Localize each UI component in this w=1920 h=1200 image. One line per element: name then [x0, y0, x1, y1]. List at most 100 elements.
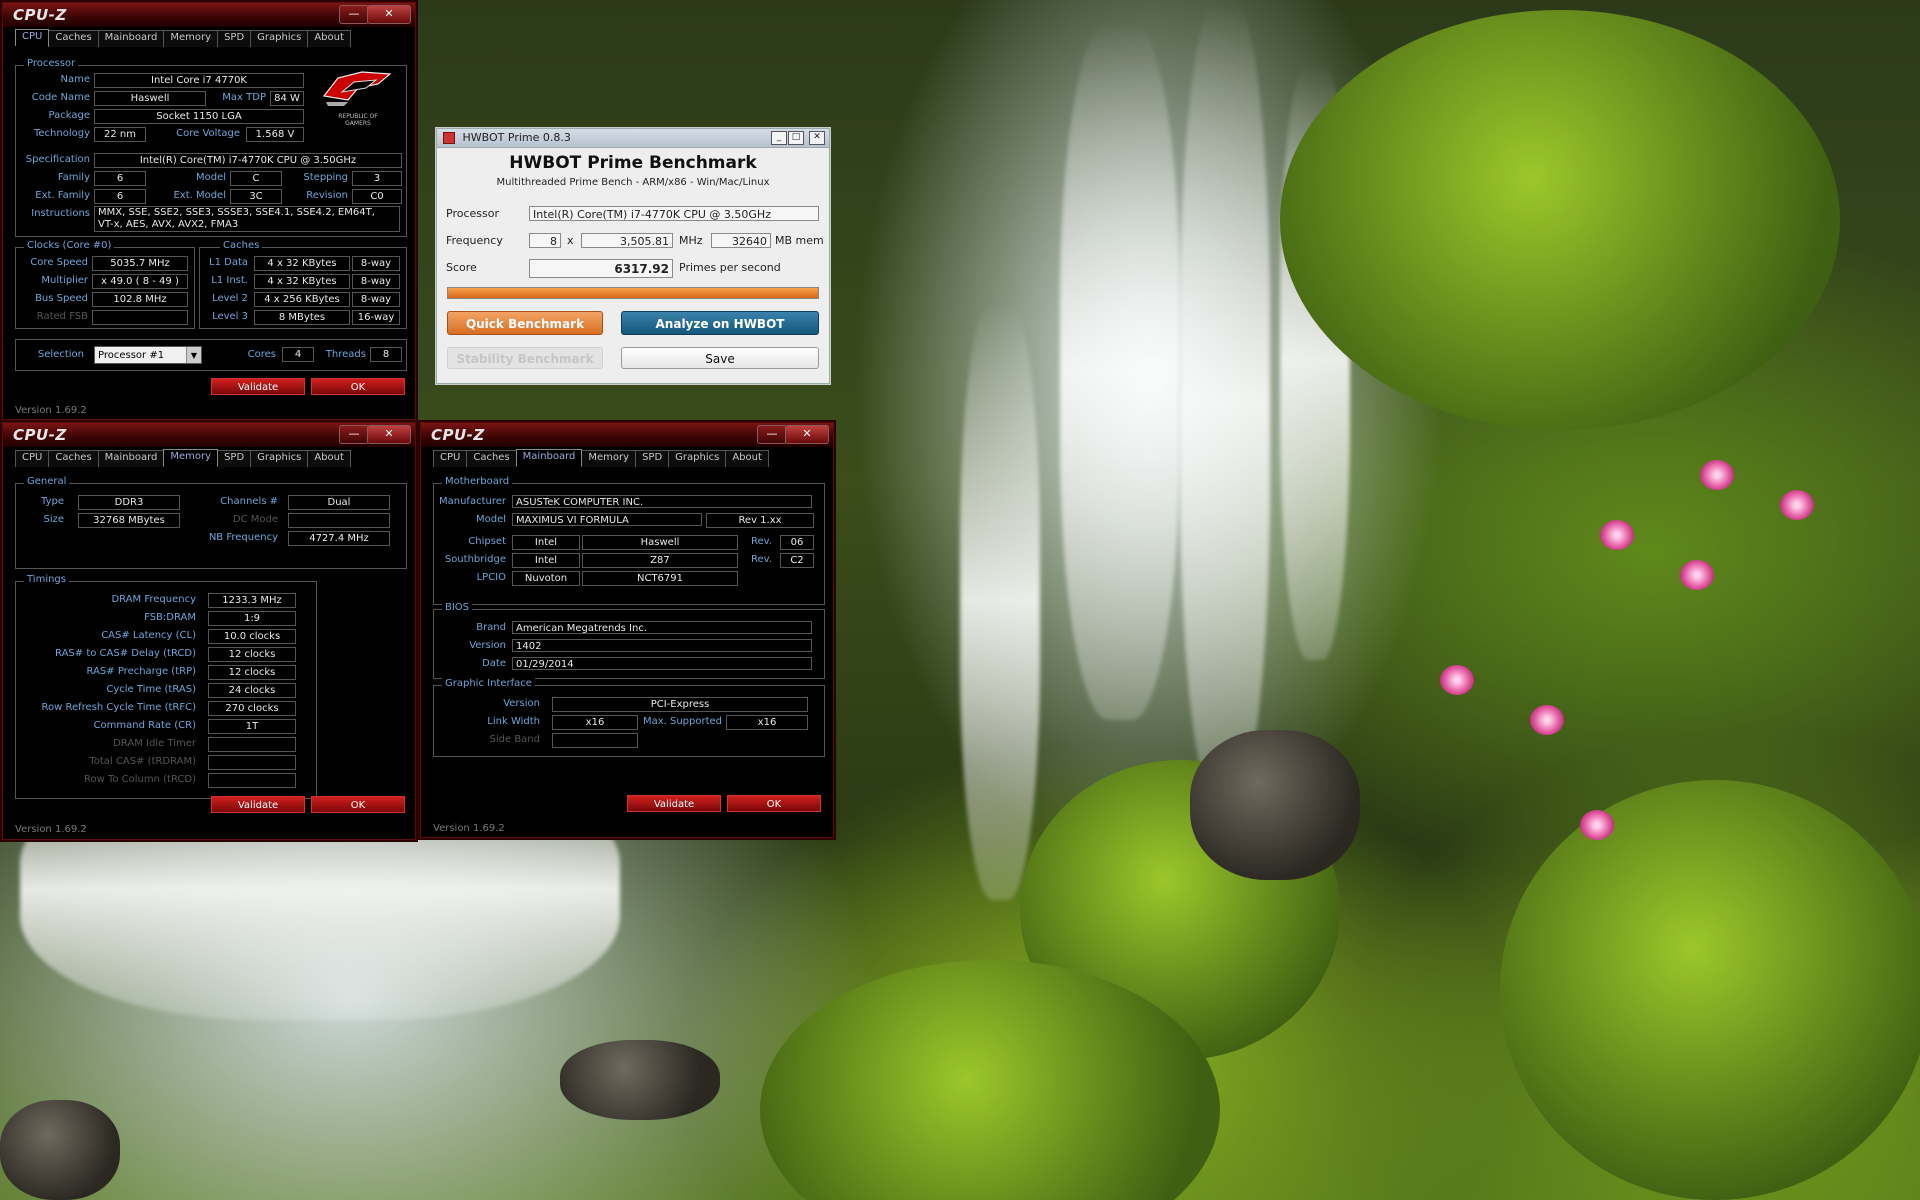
ok-button[interactable]: OK — [727, 795, 821, 812]
tab-mainboard[interactable]: Mainboard — [97, 30, 165, 47]
threads-value: 8 — [370, 347, 402, 362]
cpuz-cpu-window[interactable]: CPU-Z — ✕ CPU Caches Mainboard Memory SP… — [2, 2, 416, 420]
close-button[interactable]: ✕ — [367, 425, 411, 444]
tab-about[interactable]: About — [307, 30, 351, 47]
bios-date-value: 01/29/2014 — [512, 657, 812, 670]
southbridge-rev-label: Rev. — [751, 554, 772, 565]
group-legend: Processor — [24, 58, 79, 69]
minimize-button[interactable]: — — [339, 425, 369, 444]
level2-way: 8-way — [352, 292, 400, 307]
tab-bar: CPU Caches Mainboard Memory SPD Graphics… — [433, 449, 769, 467]
tab-spd[interactable]: SPD — [217, 450, 252, 467]
tab-caches[interactable]: Caches — [48, 450, 99, 467]
minimize-button[interactable]: — — [757, 425, 787, 444]
tab-mainboard[interactable]: Mainboard — [515, 449, 583, 466]
tab-memory[interactable]: Memory — [163, 30, 219, 47]
trcd-label: RAS# to CAS# Delay (tRCD) — [55, 648, 196, 659]
minimize-button[interactable]: — — [339, 5, 369, 24]
frequency-field: 3,505.81 — [581, 233, 673, 248]
manufacturer-value: ASUSTeK COMPUTER INC. — [512, 495, 812, 508]
validate-button[interactable]: Validate — [211, 378, 305, 395]
bios-brand-value: American Megatrends Inc. — [512, 621, 812, 634]
max-supported-label: Max. Supported — [642, 716, 722, 727]
command-rate-label: Command Rate (CR) — [93, 720, 196, 731]
l1data-size: 4 x 32 KBytes — [254, 256, 350, 271]
tab-spd[interactable]: SPD — [635, 450, 670, 467]
minimize-button[interactable]: _ — [771, 131, 787, 145]
tab-memory[interactable]: Memory — [163, 449, 219, 466]
mhz-label: MHz — [679, 234, 703, 247]
bios-version-value: 1402 — [512, 639, 812, 652]
validate-button[interactable]: Validate — [627, 795, 721, 812]
analyze-on-hwbot-button[interactable]: Analyze on HWBOT — [621, 311, 819, 335]
cas-latency-label: CAS# Latency (CL) — [101, 630, 196, 641]
validate-button[interactable]: Validate — [211, 796, 305, 813]
channels-value: Dual — [288, 495, 390, 510]
instructions-value: MMX, SSE, SSE2, SSE3, SSSE3, SSE4.1, SSE… — [94, 206, 400, 232]
flower — [1600, 520, 1634, 550]
tab-cpu[interactable]: CPU — [15, 450, 50, 467]
level3-size: 8 MBytes — [254, 310, 350, 325]
tab-graphics[interactable]: Graphics — [668, 450, 727, 467]
title-bar[interactable]: HWBOT Prime 0.8.3 _ □ ✕ — [437, 129, 829, 148]
link-width-label: Link Width — [487, 716, 540, 727]
tab-memory[interactable]: Memory — [581, 450, 637, 467]
package-label: Package — [48, 110, 90, 121]
tab-about[interactable]: About — [725, 450, 769, 467]
command-rate-value: 1T — [208, 719, 296, 734]
save-button[interactable]: Save — [621, 347, 819, 369]
stability-benchmark-button[interactable]: Stability Benchmark — [447, 347, 603, 369]
family-value: 6 — [94, 171, 146, 186]
window-title: CPU-Z — [13, 6, 67, 24]
level2-size: 4 x 256 KBytes — [254, 292, 350, 307]
clocks-group: Clocks (Core #0) Core Speed 5035.7 MHz M… — [15, 240, 195, 329]
type-value: DDR3 — [78, 495, 180, 510]
quick-benchmark-button[interactable]: Quick Benchmark — [447, 311, 603, 335]
tab-about[interactable]: About — [307, 450, 351, 467]
bios-brand-label: Brand — [476, 622, 506, 633]
processor-field: Intel(R) Core(TM) i7-4770K CPU @ 3.50GHz — [529, 206, 819, 221]
extfamily-label: Ext. Family — [35, 190, 90, 201]
dcmode-label: DC Mode — [232, 514, 278, 525]
family-label: Family — [57, 172, 90, 183]
fsb-dram-value: 1:9 — [208, 611, 296, 626]
ratedfsb-value — [92, 310, 188, 325]
southbridge-label: Southbridge — [444, 554, 506, 565]
tras-label: Cycle Time (tRAS) — [106, 684, 196, 695]
chevron-down-icon[interactable]: ▼ — [186, 347, 201, 363]
ok-button[interactable]: OK — [311, 796, 405, 813]
multiplier-value: x 49.0 ( 8 - 49 ) — [92, 274, 188, 289]
processor-select[interactable]: Processor #1 ▼ — [94, 346, 202, 364]
title-bar[interactable]: CPU-Z — ✕ — [3, 3, 415, 27]
ok-button[interactable]: OK — [311, 378, 405, 395]
cpuz-mainboard-window[interactable]: CPU-Z — ✕ CPU Caches Mainboard Memory SP… — [420, 422, 834, 838]
maximize-button[interactable]: □ — [788, 131, 804, 145]
cores-label: Cores — [247, 349, 276, 360]
bios-date-label: Date — [482, 658, 506, 669]
tab-caches[interactable]: Caches — [466, 450, 517, 467]
dark-rock — [560, 1040, 720, 1120]
lpcio-value: NCT6791 — [582, 571, 738, 586]
tab-cpu[interactable]: CPU — [433, 450, 468, 467]
tab-cpu[interactable]: CPU — [15, 29, 50, 46]
maxtdp-value: 84 W — [270, 91, 304, 106]
tab-graphics[interactable]: Graphics — [250, 30, 309, 47]
row-to-column-value — [208, 773, 296, 788]
rog-logo-line1: REPUBLIC OF — [338, 113, 378, 120]
tab-mainboard[interactable]: Mainboard — [97, 450, 165, 467]
tab-caches[interactable]: Caches — [48, 30, 99, 47]
hwbot-prime-window[interactable]: HWBOT Prime 0.8.3 _ □ ✕ HWBOT Prime Benc… — [436, 128, 830, 384]
cpuz-memory-window[interactable]: CPU-Z — ✕ CPU Caches Mainboard Memory SP… — [2, 422, 416, 840]
close-button[interactable]: ✕ — [785, 425, 829, 444]
trp-value: 12 clocks — [208, 665, 296, 680]
level3-way: 16-way — [352, 310, 400, 325]
tab-spd[interactable]: SPD — [217, 30, 252, 47]
l1data-way: 8-way — [352, 256, 400, 271]
close-button[interactable]: ✕ — [367, 5, 411, 24]
tab-graphics[interactable]: Graphics — [250, 450, 309, 467]
title-bar[interactable]: CPU-Z — ✕ — [421, 423, 833, 447]
close-button[interactable]: ✕ — [809, 131, 825, 145]
title-bar[interactable]: CPU-Z — ✕ — [3, 423, 415, 447]
bios-group: BIOS Brand American Megatrends Inc. Vers… — [433, 602, 825, 679]
group-legend: Timings — [24, 574, 69, 585]
